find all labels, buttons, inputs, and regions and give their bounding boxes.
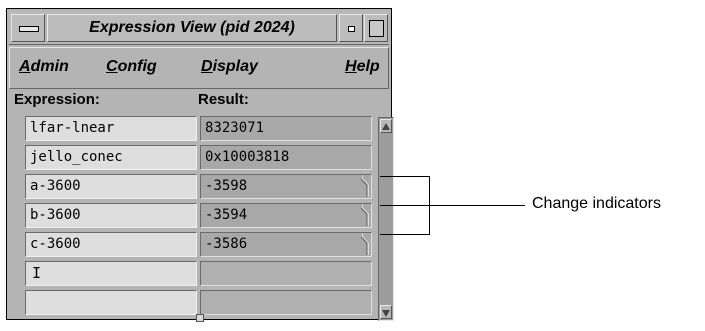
result-text: -3586: [205, 236, 248, 252]
expression-text: c-3600: [30, 236, 81, 252]
result-cell: [200, 290, 372, 315]
result-cell: -3586: [200, 232, 372, 257]
menu-display[interactable]: Display: [201, 58, 258, 76]
menu-help-mnemonic: H: [345, 58, 357, 75]
result-cell: [200, 261, 372, 286]
result-cell: 8323071: [200, 116, 372, 141]
text-cursor-icon: I: [32, 264, 42, 282]
menu-admin[interactable]: Admin: [19, 58, 69, 76]
expression-text: jello_conec: [30, 149, 123, 165]
column-header-result: Result:: [198, 91, 249, 108]
bracket-middle-line: [380, 205, 430, 206]
expression-cell[interactable]: a-3600: [25, 174, 197, 199]
window-menu-icon: [19, 26, 39, 32]
column-header-expression: Expression:: [14, 91, 100, 108]
window-menu-button[interactable]: [11, 14, 45, 42]
menu-help-label: elp: [356, 58, 380, 75]
menu-display-label: isplay: [212, 58, 258, 75]
result-text: -3598: [205, 178, 248, 194]
result-text: -3594: [205, 207, 248, 223]
change-indicator-icon: [361, 233, 369, 255]
expression-cell[interactable]: I: [25, 261, 197, 286]
maximize-icon: [369, 20, 384, 37]
result-text: 8323071: [205, 120, 265, 136]
minimize-button[interactable]: [339, 14, 363, 42]
menu-config-mnemonic: C: [106, 58, 118, 75]
menu-admin-label: dmin: [30, 58, 69, 75]
expression-text: b-3600: [30, 207, 81, 223]
window-title: Expression View (pid 2024): [47, 14, 337, 42]
menu-help[interactable]: Help: [345, 58, 380, 76]
scroll-down-arrow-icon[interactable]: [380, 305, 392, 319]
result-cell: -3598: [200, 174, 372, 199]
callout-leader-line: [430, 205, 525, 206]
expression-cell[interactable]: b-3600: [25, 203, 197, 228]
title-bar[interactable]: Expression View (pid 2024): [9, 11, 389, 45]
menu-config[interactable]: Config: [106, 58, 157, 76]
expression-cell[interactable]: lfar-lnear: [25, 116, 197, 141]
menu-bar: Admin Config Display Help: [9, 47, 389, 89]
change-indicator-icon: [361, 204, 369, 226]
minimize-icon: [348, 26, 355, 32]
expression-view-window: Expression View (pid 2024) Admin Config …: [6, 8, 394, 322]
scroll-up-arrow-icon[interactable]: [380, 119, 392, 133]
change-indicator-icon: [361, 175, 369, 197]
expression-text: lfar-lnear: [30, 120, 115, 136]
expression-text: a-3600: [30, 178, 81, 194]
menu-config-label: onfig: [117, 58, 157, 75]
menu-admin-mnemonic: A: [19, 58, 31, 75]
expression-cell[interactable]: jello_conec: [25, 145, 197, 170]
maximize-button[interactable]: [364, 14, 388, 42]
expression-cell[interactable]: c-3600: [25, 232, 197, 257]
menu-display-mnemonic: D: [201, 58, 213, 75]
result-cell: -3594: [200, 203, 372, 228]
result-cell: 0x10003818: [200, 145, 372, 170]
expression-cell[interactable]: [25, 290, 197, 315]
result-text: 0x10003818: [205, 149, 290, 165]
change-indicators-label: Change indicators: [532, 195, 661, 212]
resize-grip[interactable]: [196, 314, 204, 322]
